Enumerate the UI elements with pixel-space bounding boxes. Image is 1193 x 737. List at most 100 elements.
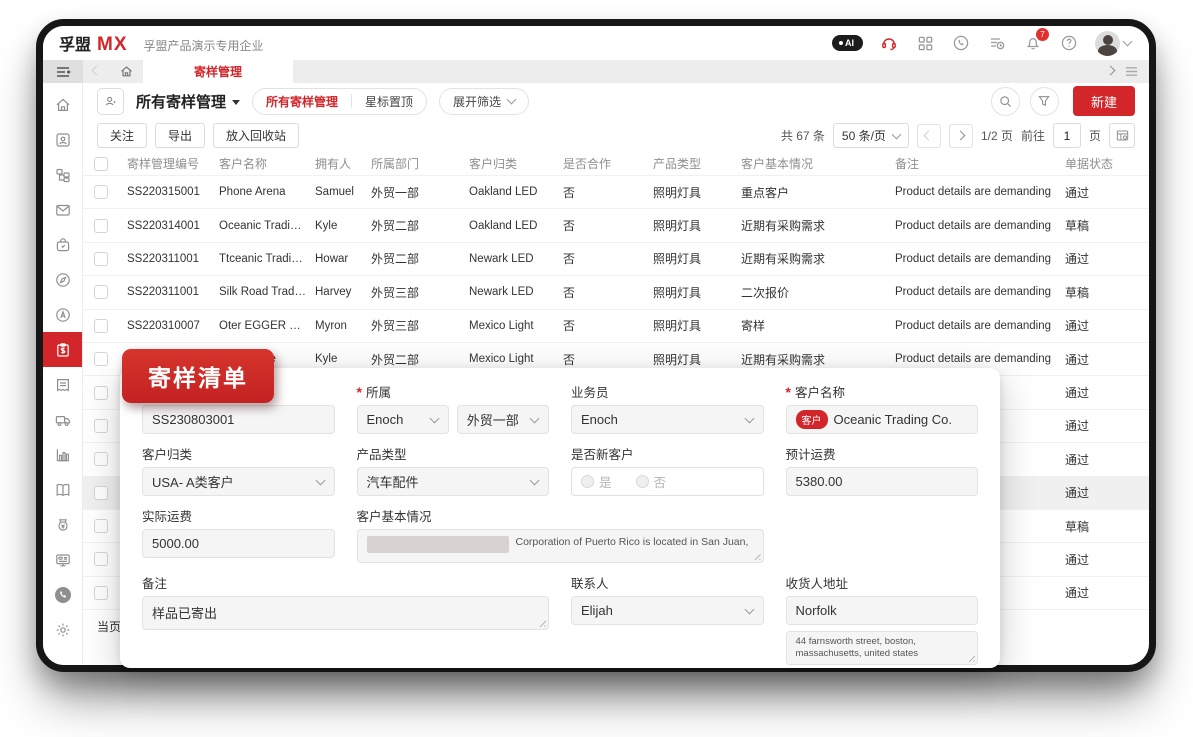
- tab-list-icon[interactable]: [1124, 65, 1139, 78]
- row-checkbox[interactable]: [94, 552, 108, 566]
- row-checkbox[interactable]: [94, 386, 108, 400]
- ship-address-detail-textarea[interactable]: 44 farnsworth street, boston, massachuse…: [786, 631, 979, 665]
- row-checkbox[interactable]: [94, 486, 108, 500]
- ship-address-input[interactable]: Norfolk: [786, 596, 979, 625]
- sidebar-item-sample-billing[interactable]: [43, 332, 82, 367]
- row-checkbox[interactable]: [94, 285, 108, 299]
- notification-bell-icon[interactable]: 7: [1023, 33, 1043, 53]
- select-all-checkbox[interactable]: [94, 157, 108, 171]
- tab-back-button[interactable]: [83, 60, 109, 83]
- sidebar-item-settings[interactable]: [43, 612, 82, 647]
- row-checkbox[interactable]: [94, 452, 108, 466]
- tab-sample-management[interactable]: 寄样管理: [143, 60, 293, 83]
- contact-card-icon: [54, 131, 72, 149]
- table-row[interactable]: SS220311001 Ttceanic Trading... Howar 外贸…: [83, 242, 1149, 275]
- apps-grid-icon[interactable]: [915, 33, 935, 53]
- row-checkbox[interactable]: [94, 219, 108, 233]
- belong-owner-select[interactable]: Enoch: [357, 405, 449, 434]
- page-size-select[interactable]: 50 条/页: [833, 123, 909, 148]
- follow-button[interactable]: 关注: [97, 123, 147, 148]
- cell-product: 照明灯具: [645, 317, 733, 334]
- product-type-select[interactable]: 汽车配件: [357, 467, 550, 496]
- sidebar-item-marketing[interactable]: [43, 542, 82, 577]
- order-no-input[interactable]: SS230803001: [142, 405, 335, 434]
- cell-coop: 否: [555, 284, 645, 301]
- tab-home-button[interactable]: [109, 60, 143, 83]
- row-checkbox[interactable]: [94, 586, 108, 600]
- sidebar-item-logistics[interactable]: [43, 402, 82, 437]
- caret-down-icon: [232, 100, 240, 105]
- sidebar-item-orders[interactable]: [43, 227, 82, 262]
- sidebar-item-finance[interactable]: [43, 507, 82, 542]
- table-row[interactable]: SS220314001 Oceanic Trading... Kyle 外贸二部…: [83, 208, 1149, 241]
- cell-id: SS220311001: [119, 286, 211, 298]
- chevron-down-icon: [429, 413, 439, 423]
- row-checkbox[interactable]: [94, 419, 108, 433]
- sidebar-collapse-button[interactable]: [43, 60, 83, 83]
- column-settings-button[interactable]: [1109, 123, 1135, 148]
- expand-filter-button[interactable]: 展开筛选: [439, 88, 529, 115]
- row-checkbox[interactable]: [94, 252, 108, 266]
- salesman-select[interactable]: Enoch: [571, 405, 764, 434]
- cell-product: 照明灯具: [645, 217, 733, 234]
- help-icon[interactable]: [1059, 33, 1079, 53]
- goto-page-input[interactable]: 1: [1053, 123, 1081, 148]
- segment-star-pin[interactable]: 星标置顶: [352, 89, 426, 114]
- cell-product: 照明灯具: [645, 351, 733, 368]
- action-bar: 关注 导出 放入回收站 共 67 条 50 条/页 1/2 页 前往 1: [83, 119, 1149, 152]
- whatsapp-icon[interactable]: [951, 33, 971, 53]
- segment-all-samples[interactable]: 所有寄样管理: [253, 89, 351, 114]
- support-headset-icon[interactable]: [879, 33, 899, 53]
- sidebar-item-mail[interactable]: [43, 192, 82, 227]
- new-customer-radio-group: 是 否: [571, 467, 764, 496]
- view-title-dropdown[interactable]: 所有寄样管理: [136, 91, 240, 112]
- radio-no[interactable]: 否: [636, 472, 667, 491]
- search-button[interactable]: [991, 87, 1020, 116]
- cell-id: SS220310007: [119, 320, 211, 332]
- row-checkbox[interactable]: [94, 319, 108, 333]
- task-log-icon[interactable]: [987, 33, 1007, 53]
- sidebar-item-contacts[interactable]: [43, 122, 82, 157]
- ship-address-label: 收货人地址: [786, 575, 979, 590]
- export-button[interactable]: 导出: [155, 123, 205, 148]
- tab-forward-icon[interactable]: [1106, 65, 1116, 75]
- table-row[interactable]: SS220311001 Silk Road Trading... Harvey …: [83, 275, 1149, 308]
- cell-id: SS220315001: [119, 186, 211, 198]
- est-freight-input[interactable]: 5380.00: [786, 467, 979, 496]
- radio-yes[interactable]: 是: [581, 472, 612, 491]
- notification-badge: 7: [1036, 28, 1049, 41]
- next-page-button[interactable]: [949, 124, 973, 148]
- new-button[interactable]: 新建: [1073, 86, 1135, 116]
- customer-profile-textarea[interactable]: Corporation of Puerto Rico is located in…: [357, 529, 764, 563]
- customer-name-select[interactable]: 客户 Oceanic Trading Co.: [786, 405, 979, 434]
- cell-product: 照明灯具: [645, 284, 733, 301]
- resize-handle-icon[interactable]: [752, 551, 761, 560]
- belong-dept-select[interactable]: 外贸一部: [457, 405, 549, 434]
- prev-page-button[interactable]: [917, 124, 941, 148]
- sidebar-item-assistant[interactable]: [43, 297, 82, 332]
- row-checkbox[interactable]: [94, 185, 108, 199]
- table-row[interactable]: SS220310007 Oter EGGER DRE Myron 外贸三部 Me…: [83, 309, 1149, 342]
- sidebar-item-org[interactable]: [43, 157, 82, 192]
- remark-textarea[interactable]: 样品已寄出: [142, 596, 549, 630]
- resize-handle-icon[interactable]: [537, 618, 546, 627]
- sidebar-item-discover[interactable]: [43, 262, 82, 297]
- contact-select[interactable]: Elijah: [571, 596, 764, 625]
- sidebar-item-home[interactable]: [43, 87, 82, 122]
- filter-button[interactable]: [1030, 87, 1059, 116]
- sidebar-item-reports[interactable]: [43, 437, 82, 472]
- row-checkbox[interactable]: [94, 352, 108, 366]
- owner-filter-button[interactable]: [97, 88, 124, 115]
- field-customer-name: 客户名称 客户 Oceanic Trading Co.: [786, 384, 979, 434]
- ai-assistant-button[interactable]: AI: [832, 35, 863, 51]
- row-checkbox[interactable]: [94, 519, 108, 533]
- user-menu[interactable]: [1095, 31, 1131, 56]
- cell-coop: 否: [555, 351, 645, 368]
- table-row[interactable]: SS220315001 Phone Arena Samuel 外贸一部 Oakl…: [83, 175, 1149, 208]
- actual-freight-input[interactable]: 5000.00: [142, 529, 335, 558]
- sidebar-item-invoice[interactable]: [43, 367, 82, 402]
- recycle-button[interactable]: 放入回收站: [213, 123, 299, 148]
- customer-category-select[interactable]: USA- A类客户: [142, 467, 335, 496]
- sidebar-item-ledger[interactable]: [43, 472, 82, 507]
- sidebar-item-whatsapp[interactable]: [43, 577, 82, 612]
